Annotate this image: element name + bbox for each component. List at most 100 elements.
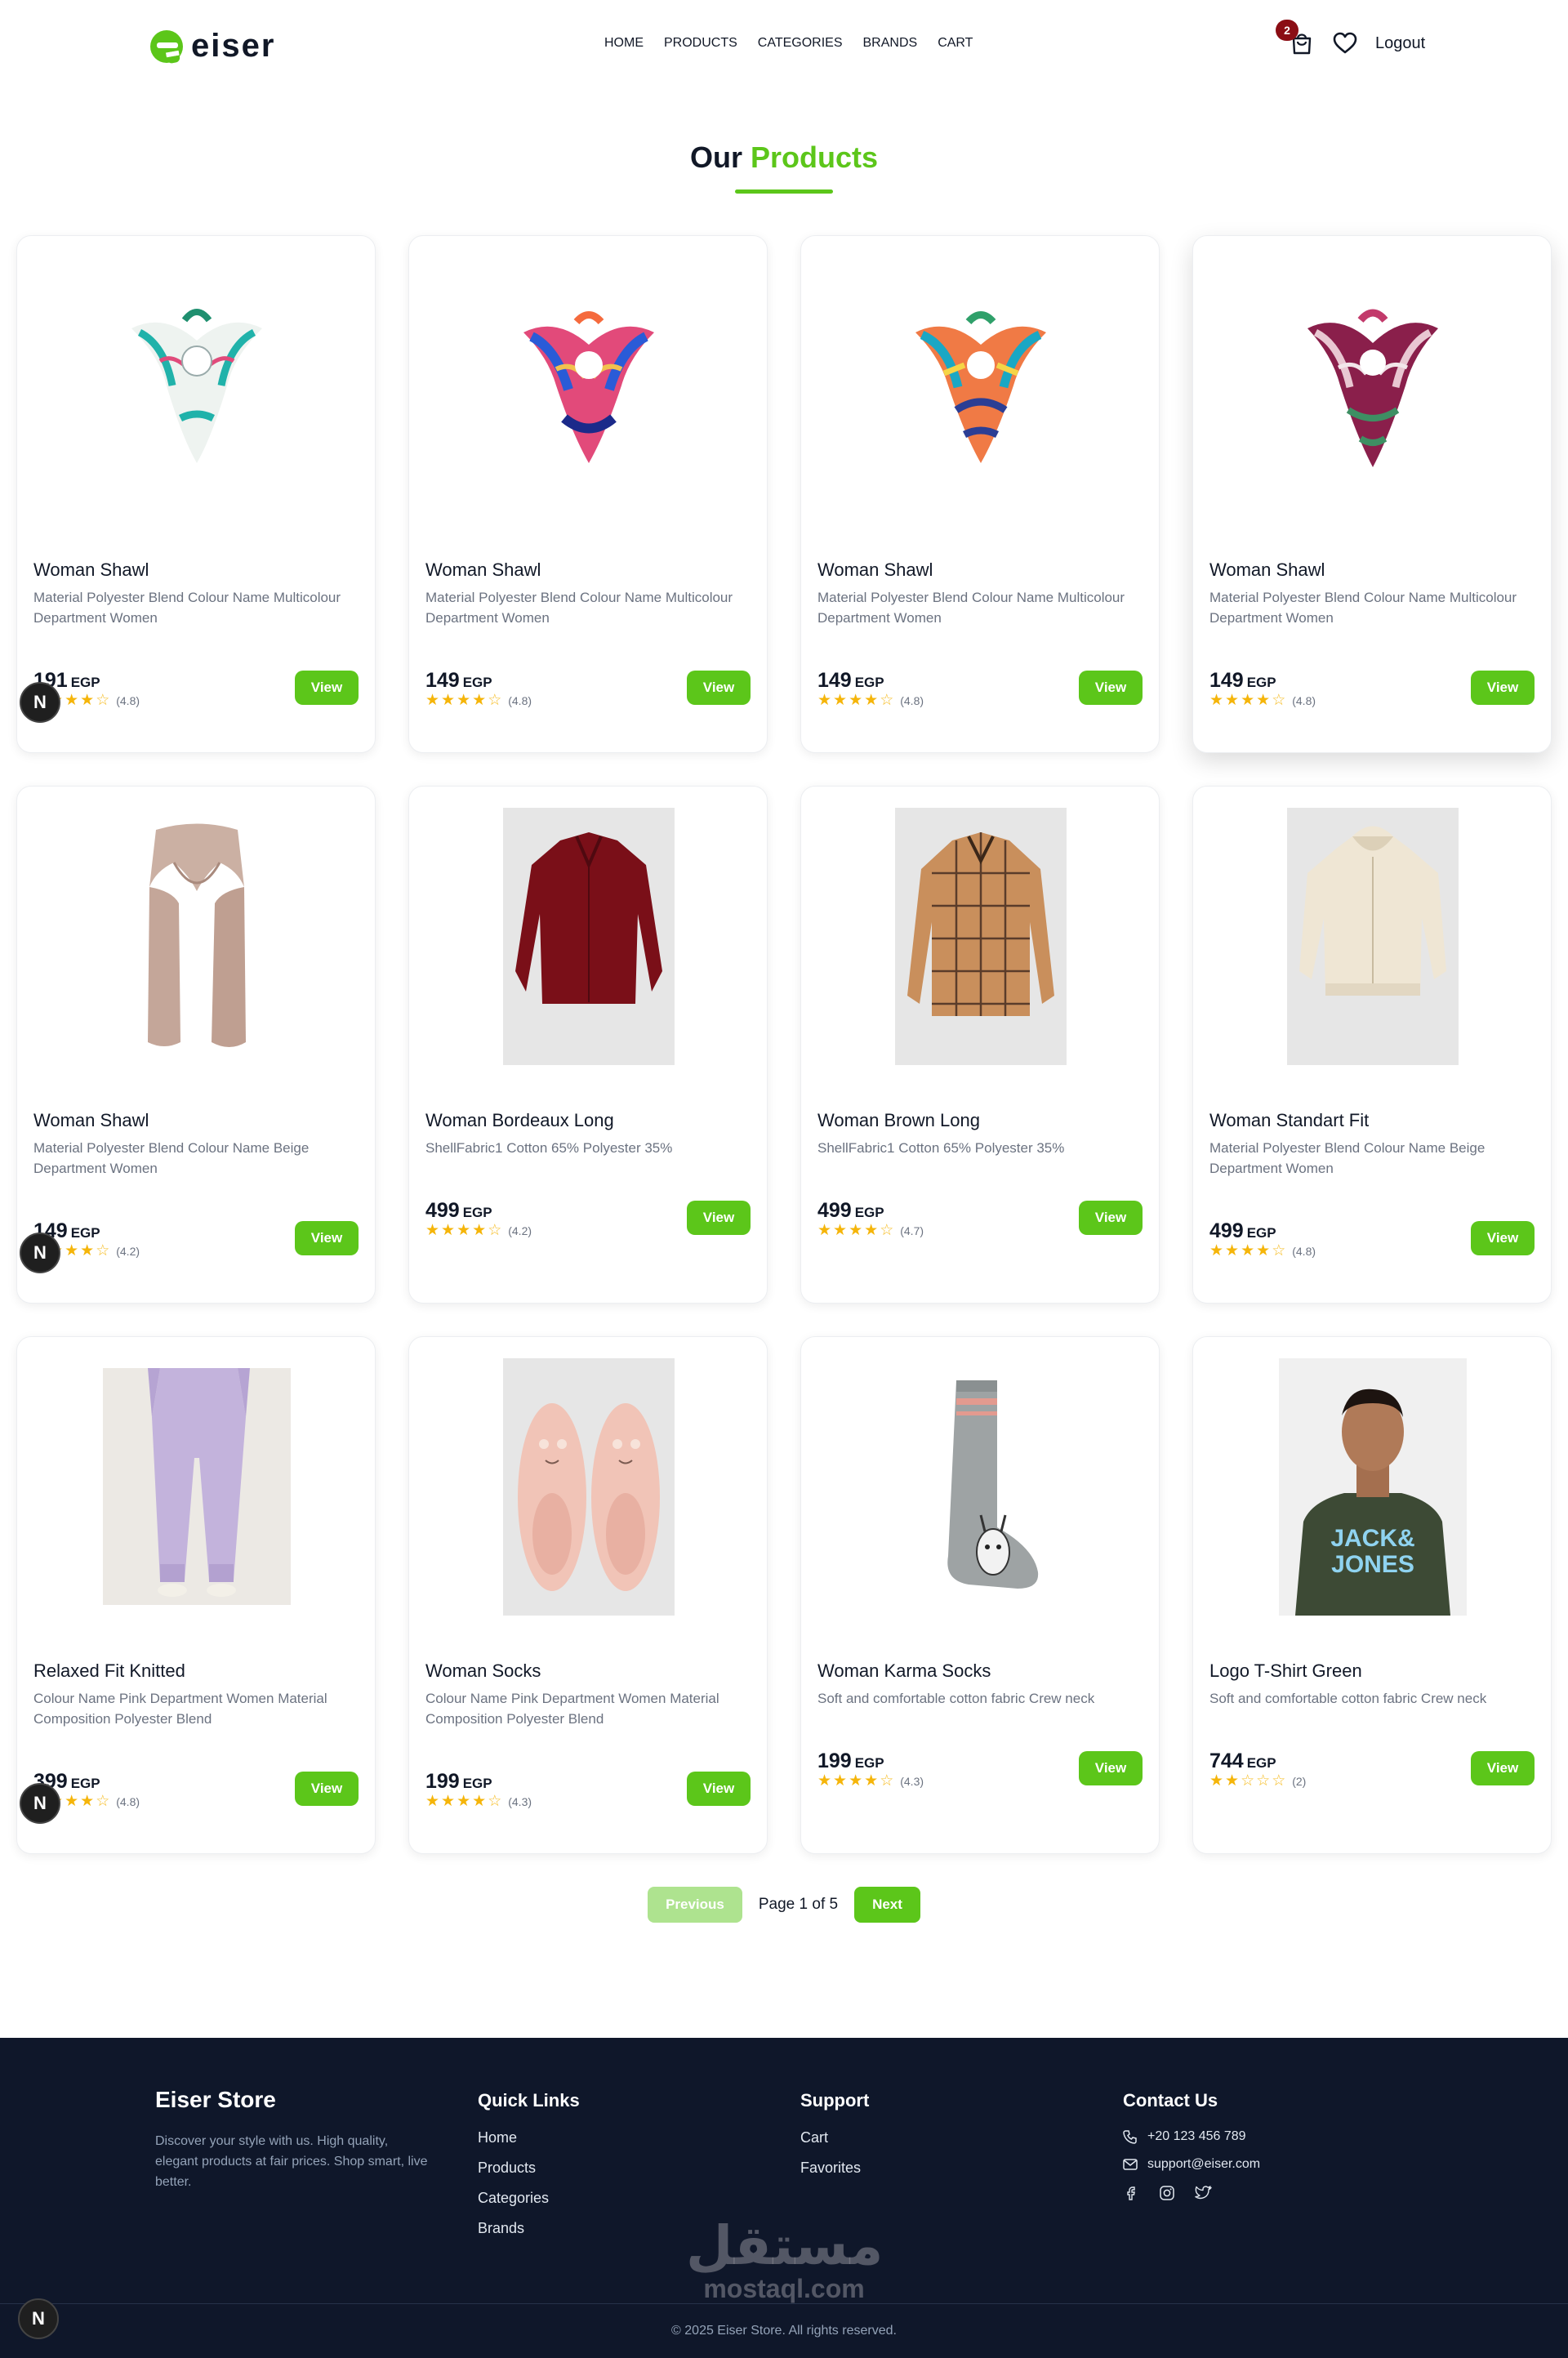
product-card[interactable]: Woman Karma Socks Soft and comfortable co…	[800, 1336, 1160, 1854]
previous-page-button[interactable]: Previous	[648, 1887, 742, 1923]
view-product-button[interactable]: View	[1471, 1751, 1535, 1785]
beige-hoodie-image[interactable]	[1258, 807, 1487, 1065]
product-card[interactable]: Woman Standart Fit Material Polyester Ble…	[1192, 786, 1552, 1304]
nav-cart[interactable]: CART	[938, 36, 973, 51]
rating-value: (4.8)	[1292, 1244, 1316, 1258]
twitter-icon[interactable]	[1195, 2185, 1213, 2201]
product-card[interactable]: Woman Bordeaux Long ShellFabric1 Cotton 6…	[408, 786, 768, 1304]
view-product-button[interactable]: View	[1079, 671, 1143, 705]
star-filled-icon: ★	[80, 1793, 95, 1810]
star-filled-icon: ★	[817, 1222, 832, 1239]
facebook-icon[interactable]	[1123, 2185, 1139, 2201]
scarf-multicolor-orange-image[interactable]	[866, 259, 1095, 512]
star-filled-icon: ★	[1256, 692, 1271, 709]
product-price: 744	[1209, 1750, 1244, 1772]
product-card[interactable]: Woman Shawl Material Polyester Blend Colo…	[1192, 235, 1552, 753]
instagram-icon[interactable]	[1159, 2185, 1175, 2201]
product-card[interactable]: Woman Shawl Material Polyester Blend Colo…	[800, 235, 1160, 753]
lilac-joggers-image[interactable]	[82, 1360, 311, 1613]
main-nav: HOME PRODUCTS CATEGORIES BRANDS CART	[604, 36, 973, 51]
star-empty-icon: ☆	[1272, 1772, 1286, 1790]
rating-value: (4.8)	[1292, 693, 1316, 707]
nav-home[interactable]: HOME	[604, 36, 644, 51]
product-title[interactable]: Woman Socks	[425, 1660, 752, 1682]
view-product-button[interactable]: View	[687, 1201, 751, 1235]
view-product-button[interactable]: View	[295, 671, 359, 705]
product-card[interactable]: Relaxed Fit Knitted Colour Name Pink Depa…	[16, 1336, 376, 1854]
star-filled-icon: ★	[80, 692, 95, 709]
view-product-button[interactable]: View	[687, 671, 751, 705]
product-title[interactable]: Woman Shawl	[425, 559, 752, 581]
view-product-button[interactable]: View	[295, 1221, 359, 1255]
floating-n-badge[interactable]: N	[20, 1783, 60, 1824]
view-product-button[interactable]: View	[295, 1772, 359, 1806]
product-currency: EGP	[1246, 1755, 1276, 1771]
product-price: 499	[425, 1199, 460, 1222]
product-title[interactable]: Woman Standart Fit	[1209, 1110, 1536, 1131]
product-title[interactable]: Woman Shawl	[33, 1110, 360, 1131]
rating-value: (2)	[1292, 1774, 1307, 1788]
pink-socks-image[interactable]	[474, 1357, 703, 1616]
view-product-button[interactable]: View	[1471, 1221, 1535, 1255]
cart-button[interactable]: 2	[1276, 20, 1315, 56]
product-card[interactable]: Woman Shawl Material Polyester Blend Colo…	[16, 786, 376, 1304]
footer-link-brands[interactable]: Brands	[478, 2220, 580, 2237]
green-tshirt-image[interactable]: JACK& JONES	[1258, 1357, 1487, 1616]
scarf-beige-image[interactable]	[82, 809, 311, 1063]
product-currency: EGP	[462, 675, 492, 690]
footer-link-categories[interactable]: Categories	[478, 2190, 580, 2207]
view-product-button[interactable]: View	[1079, 1201, 1143, 1235]
product-card[interactable]: Woman Shawl Material Polyester Blend Colo…	[408, 235, 768, 753]
scarf-burgundy-image[interactable]	[1258, 259, 1487, 512]
phone-number[interactable]: +20 123 456 789	[1147, 2129, 1246, 2144]
nav-brands[interactable]: BRANDS	[863, 36, 918, 51]
product-card[interactable]: JACK& JONES Logo T-Shirt Green Soft and com…	[1192, 1336, 1552, 1854]
product-card[interactable]: Woman Shawl Material Polyester Blend Colo…	[16, 235, 376, 753]
heart-icon[interactable]	[1333, 32, 1357, 55]
star-filled-icon: ★	[457, 1222, 471, 1239]
footer-about: Eiser Store Discover your style with us.…	[155, 2087, 433, 2192]
product-title[interactable]: Logo T-Shirt Green	[1209, 1660, 1536, 1682]
product-title[interactable]: Woman Shawl	[817, 559, 1144, 581]
product-currency: EGP	[70, 1225, 100, 1241]
floating-n-badge[interactable]: N	[20, 682, 60, 723]
phone-icon	[1123, 2130, 1137, 2144]
footer-link-favorites[interactable]: Favorites	[800, 2160, 869, 2177]
footer-link-cart[interactable]: Cart	[800, 2129, 869, 2146]
star-filled-icon: ★	[864, 1772, 879, 1790]
star-empty-icon: ☆	[1272, 1242, 1286, 1259]
product-title[interactable]: Woman Karma Socks	[817, 1660, 1144, 1682]
bordeaux-shirt-image[interactable]	[474, 807, 703, 1065]
contact-heading: Contact Us	[1123, 2090, 1218, 2111]
product-title[interactable]: Woman Brown Long	[817, 1110, 1144, 1131]
view-product-button[interactable]: View	[1471, 671, 1535, 705]
footer-link-home[interactable]: Home	[478, 2129, 580, 2146]
footer-link-products[interactable]: Products	[478, 2160, 580, 2177]
product-title[interactable]: Woman Shawl	[1209, 559, 1536, 581]
product-title[interactable]: Relaxed Fit Knitted	[33, 1660, 360, 1682]
star-filled-icon: ★	[1225, 692, 1240, 709]
product-card[interactable]: Woman Brown Long ShellFabric1 Cotton 65% …	[800, 786, 1160, 1304]
nav-products[interactable]: PRODUCTS	[664, 36, 737, 51]
footer-support: Support Cart Favorites	[800, 2087, 869, 2190]
product-title[interactable]: Woman Shawl	[33, 559, 360, 581]
nav-categories[interactable]: CATEGORIES	[758, 36, 843, 51]
scarf-multicolor-teal-image[interactable]	[82, 259, 311, 512]
floating-n-badge[interactable]: N	[18, 2298, 59, 2339]
product-price: 499	[1209, 1219, 1244, 1242]
view-product-button[interactable]: View	[1079, 1751, 1143, 1785]
star-filled-icon: ★	[472, 1793, 487, 1810]
product-card[interactable]: Woman Socks Colour Name Pink Department W…	[408, 1336, 768, 1854]
svg-text:JONES: JONES	[1331, 1551, 1414, 1578]
logout-link[interactable]: Logout	[1375, 34, 1425, 53]
mail-icon	[1123, 2159, 1138, 2170]
view-product-button[interactable]: View	[687, 1772, 751, 1806]
floating-n-badge[interactable]: N	[20, 1232, 60, 1273]
logo[interactable]: eiser	[150, 28, 275, 65]
product-title[interactable]: Woman Bordeaux Long	[425, 1110, 752, 1131]
next-page-button[interactable]: Next	[854, 1887, 920, 1923]
brown-plaid-shirt-image[interactable]	[866, 807, 1095, 1065]
scarf-multicolor-pink-image[interactable]	[474, 259, 703, 512]
email-address[interactable]: support@eiser.com	[1147, 2157, 1260, 2172]
grey-sock-image[interactable]	[866, 1360, 1095, 1613]
